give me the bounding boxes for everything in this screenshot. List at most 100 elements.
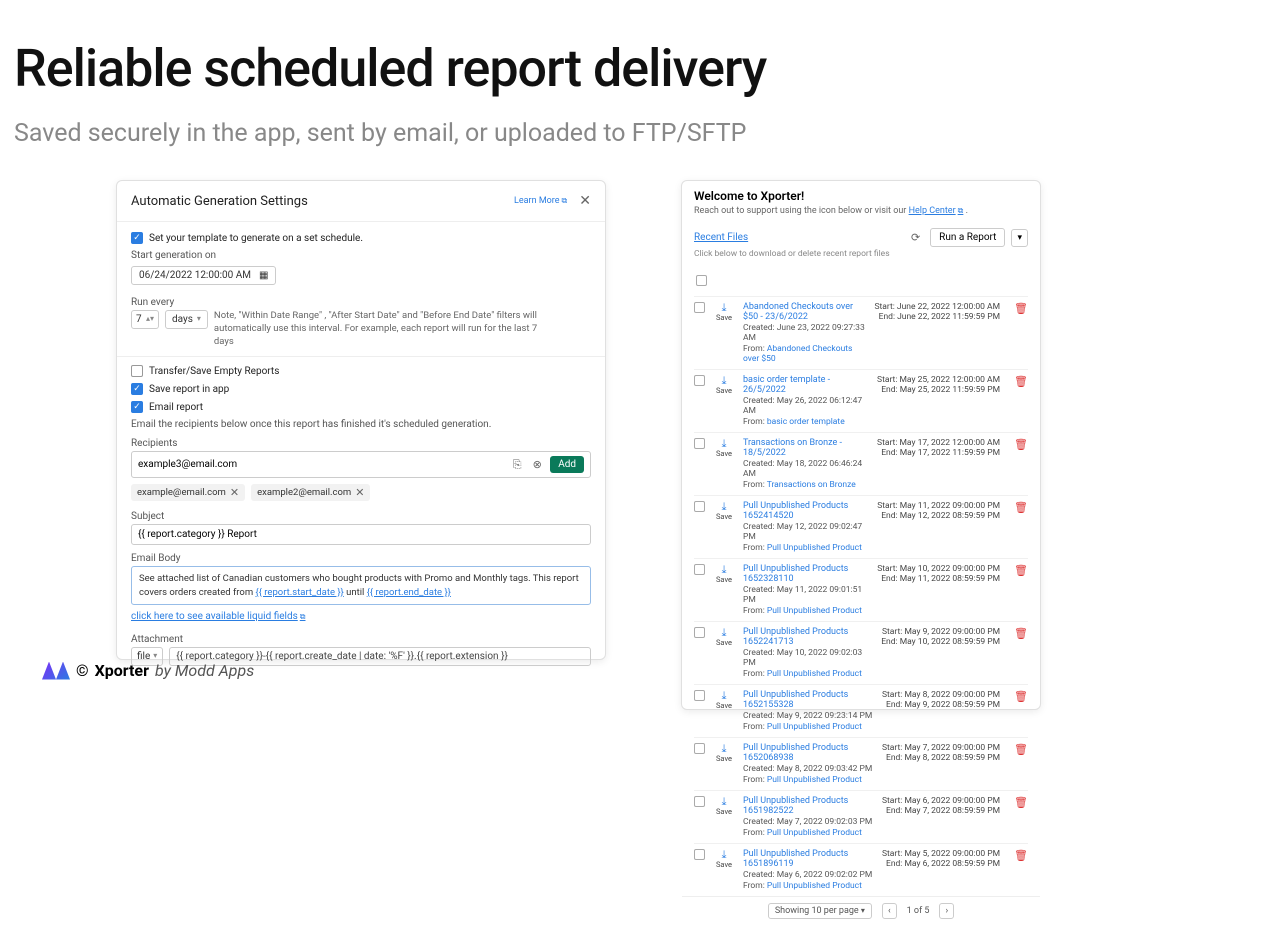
row-checkbox[interactable] [694,564,705,575]
schedule-label: Set your template to generate on a set s… [149,233,363,244]
report-name-link[interactable]: Pull Unpublished Products 1652155328 [743,690,874,710]
delete-icon[interactable]: 🗑 [1014,627,1028,640]
report-name-link[interactable]: Pull Unpublished Products 1652414520 [743,501,869,521]
template-link[interactable]: Abandoned Checkouts over $50 [743,344,852,364]
report-name-link[interactable]: Pull Unpublished Products 1652241713 [743,627,873,647]
row-checkbox[interactable] [694,501,705,512]
brand-logo-icon [42,662,70,680]
learn-more-link[interactable]: Learn More⧉ [514,196,567,206]
save-button[interactable]: ⤓Save [713,627,735,647]
report-name-link[interactable]: Pull Unpublished Products 1652068938 [743,743,874,763]
template-link[interactable]: basic order template [767,417,845,427]
row-checkbox[interactable] [694,375,705,386]
row-checkbox[interactable] [694,302,705,313]
delete-icon[interactable]: 🗑 [1014,743,1028,756]
help-center-link[interactable]: Help Center⧉ [909,206,964,216]
page-indicator: 1 of 5 [907,906,930,916]
save-button[interactable]: ⤓Save [713,743,735,763]
download-icon: ⤓ [722,302,727,313]
welcome-panel: Welcome to Xporter! Reach out to support… [681,180,1041,710]
delete-icon[interactable]: 🗑 [1014,564,1028,577]
save-button[interactable]: ⤓Save [713,302,735,322]
report-row: ⤓Save Abandoned Checkouts over $50 - 23/6… [694,296,1028,369]
template-link[interactable]: Pull Unpublished Product [767,669,862,679]
report-name-link[interactable]: Abandoned Checkouts over $50 - 23/6/2022 [743,302,866,322]
next-page[interactable]: › [939,903,954,919]
delete-icon[interactable]: 🗑 [1014,796,1028,809]
row-checkbox[interactable] [694,627,705,638]
save-button[interactable]: ⤓Save [713,849,735,869]
delete-icon[interactable]: 🗑 [1014,849,1028,862]
download-icon: ⤓ [722,438,727,449]
row-checkbox[interactable] [694,743,705,754]
report-row: ⤓Savebasic order template - 26/5/2022Cre… [694,369,1028,432]
close-icon[interactable]: ✕ [579,193,591,209]
save-button[interactable]: ⤓Save [713,501,735,521]
row-checkbox[interactable] [694,796,705,807]
template-link[interactable]: Pull Unpublished Product [767,722,862,732]
run-unit-select[interactable]: days▾ [165,310,208,329]
template-link[interactable]: Pull Unpublished Product [767,828,862,838]
report-name-link[interactable]: Transactions on Bronze - 18/5/2022 [743,438,869,458]
report-name-link[interactable]: Pull Unpublished Products 1652328110 [743,564,869,584]
report-row: ⤓Save Pull Unpublished Products 165215532… [694,684,1028,737]
delete-icon[interactable]: 🗑 [1014,438,1028,451]
schedule-checkbox[interactable]: ✓ [131,232,143,244]
per-page-select[interactable]: Showing 10 per page ▾ [768,903,872,919]
report-name-link[interactable]: Pull Unpublished Products 1651982522 [743,796,874,816]
recipients-label: Recipients [131,438,591,449]
email-body-textarea[interactable]: See attached list of Canadian customers … [131,566,591,605]
save-button[interactable]: ⤓Save [713,438,735,458]
row-checkbox[interactable] [694,849,705,860]
refresh-icon[interactable]: ⟳ [911,231,920,244]
page-title: Reliable scheduled report delivery [14,38,1280,99]
template-icon[interactable]: ⎘ [510,458,524,472]
recipient-chip: example2@email.com✕ [251,484,370,501]
template-link[interactable]: Transactions on Bronze [767,480,856,490]
clear-icon[interactable]: ⊗ [530,458,544,472]
subject-label: Subject [131,511,591,522]
delete-icon[interactable]: 🗑 [1014,690,1028,703]
remove-chip-icon[interactable]: ✕ [355,486,364,499]
external-icon: ⧉ [300,612,306,621]
save-button[interactable]: ⤓Save [713,796,735,816]
transfer-empty-checkbox[interactable] [131,365,143,377]
run-report-button[interactable]: Run a Report [930,228,1005,247]
delete-icon[interactable]: 🗑 [1014,375,1028,388]
template-link[interactable]: Pull Unpublished Product [767,543,862,553]
add-button[interactable]: Add [550,456,584,473]
row-checkbox[interactable] [694,690,705,701]
run-every-label: Run every [131,297,591,308]
delete-icon[interactable]: 🗑 [1014,501,1028,514]
report-row: ⤓Save Pull Unpublished Products 165224171… [694,621,1028,684]
recent-sub: Click below to download or delete recent… [694,249,1028,259]
save-in-app-checkbox[interactable]: ✓ [131,383,143,395]
template-link[interactable]: Pull Unpublished Product [767,606,862,616]
prev-page[interactable]: ‹ [882,903,897,919]
page-subtitle: Saved securely in the app, sent by email… [14,119,1280,148]
select-all-checkbox[interactable] [696,275,707,286]
run-report-dropdown[interactable]: ▾ [1011,229,1028,247]
template-link[interactable]: Pull Unpublished Product [767,881,862,891]
body-label: Email Body [131,553,591,564]
external-icon: ⧉ [562,196,568,205]
download-icon: ⤓ [722,501,727,512]
recent-files-link[interactable]: Recent Files [694,232,905,243]
report-row: ⤓Save Pull Unpublished Products 165241452… [694,495,1028,558]
liquid-fields-link[interactable]: click here to see available liquid field… [131,611,306,622]
delete-icon[interactable]: 🗑 [1014,302,1028,315]
report-name-link[interactable]: basic order template - 26/5/2022 [743,375,869,395]
subject-input[interactable] [138,529,584,540]
dialog-title: Automatic Generation Settings [131,194,514,209]
recipient-input[interactable] [138,459,504,470]
email-report-checkbox[interactable]: ✓ [131,401,143,413]
report-name-link[interactable]: Pull Unpublished Products 1651896119 [743,849,874,869]
save-button[interactable]: ⤓Save [713,375,735,395]
run-interval-input[interactable]: 7▴▾ [131,310,159,329]
start-date-input[interactable]: 06/24/2022 12:00:00 AM ▦ [131,266,276,285]
save-button[interactable]: ⤓Save [713,564,735,584]
row-checkbox[interactable] [694,438,705,449]
template-link[interactable]: Pull Unpublished Product [767,775,862,785]
remove-chip-icon[interactable]: ✕ [230,486,239,499]
save-button[interactable]: ⤓Save [713,690,735,710]
